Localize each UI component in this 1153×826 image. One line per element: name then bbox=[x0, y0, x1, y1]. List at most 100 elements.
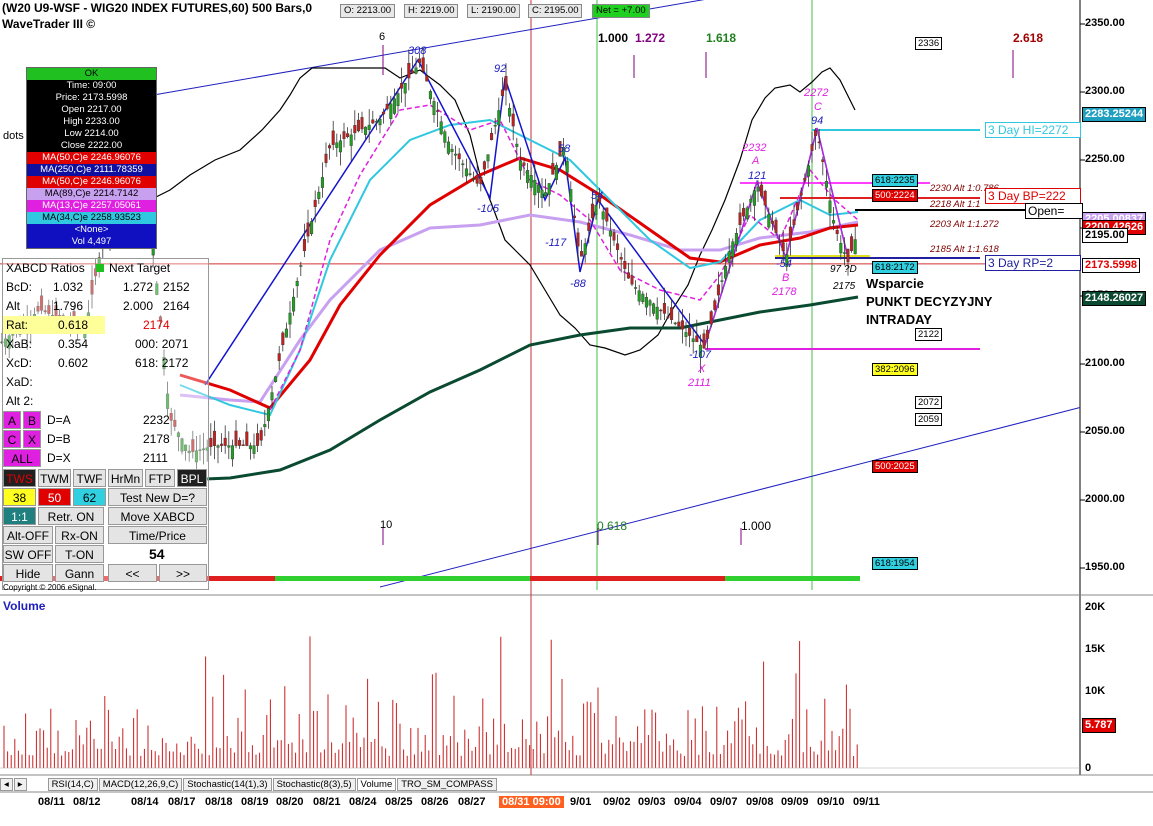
time-tick-label: 08/25 bbox=[385, 796, 413, 808]
candle-body bbox=[302, 239, 306, 252]
alt-off-button[interactable]: Alt-OFF bbox=[3, 526, 53, 544]
candle-body bbox=[335, 142, 339, 148]
scroll-right-icon[interactable]: ▸ bbox=[13, 778, 27, 791]
price-tick-label: 2050.00 bbox=[1085, 425, 1125, 437]
candle-body bbox=[475, 174, 479, 184]
candle-body bbox=[331, 130, 335, 145]
sw-off-button[interactable]: SW OFF bbox=[3, 545, 53, 563]
scroll-left-icon[interactable]: ◂ bbox=[0, 778, 13, 791]
tab-hrmn[interactable]: HrMn bbox=[108, 469, 143, 487]
retr-on-button[interactable]: Retr. ON bbox=[38, 507, 104, 525]
candle-body bbox=[346, 133, 350, 138]
point-b-button[interactable]: B bbox=[23, 411, 41, 429]
fib-38-button[interactable]: 38 bbox=[3, 488, 36, 506]
candle-body bbox=[497, 110, 501, 126]
move-xabcd-button[interactable]: Move XABCD bbox=[108, 507, 207, 525]
candle-body bbox=[590, 203, 594, 219]
time-tick-label: 08/11 bbox=[38, 796, 65, 808]
time-tick-label: 09/08 bbox=[746, 796, 774, 808]
tab-stochastic-14[interactable]: Stochastic(14(1),3) bbox=[183, 778, 272, 791]
candle-body bbox=[425, 75, 429, 82]
tab-twf[interactable]: TWF bbox=[73, 469, 106, 487]
fib-500-2224: 500:2224 bbox=[872, 189, 918, 202]
fib-1000-bottom: 1.000 bbox=[741, 519, 772, 533]
candle-body bbox=[605, 207, 609, 222]
hide-button[interactable]: Hide bbox=[3, 564, 53, 582]
gann-button[interactable]: Gann bbox=[55, 564, 104, 582]
candle-body bbox=[709, 311, 713, 325]
prev-button[interactable]: << bbox=[108, 564, 157, 582]
candle-body bbox=[770, 220, 774, 224]
all-button[interactable]: ALL bbox=[3, 449, 41, 467]
time-tick-label: 08/17 bbox=[168, 796, 196, 808]
swing-neg-105: -105 bbox=[477, 203, 500, 215]
candle-body bbox=[742, 208, 746, 217]
tab-twm[interactable]: TWM bbox=[38, 469, 71, 487]
tab-bpl[interactable]: BPL bbox=[177, 469, 207, 487]
next-button[interactable]: >> bbox=[159, 564, 207, 582]
candle-body bbox=[774, 219, 778, 233]
price-tick-label: 2000.00 bbox=[1085, 493, 1125, 505]
candle-body bbox=[450, 148, 454, 152]
time-tick-label: 09/09 bbox=[781, 796, 809, 808]
candle-body bbox=[529, 175, 533, 188]
point-x-label: X bbox=[698, 363, 706, 375]
level-2072: 2072 bbox=[915, 396, 943, 409]
level-2059: 2059 bbox=[915, 413, 943, 426]
alt-value: 1.796 bbox=[53, 299, 84, 313]
fib-62-button[interactable]: 62 bbox=[73, 488, 106, 506]
candle-body bbox=[619, 257, 623, 260]
candle-body bbox=[691, 338, 695, 342]
status-badge: OK bbox=[27, 68, 156, 80]
tab-ftp[interactable]: FTP bbox=[145, 469, 175, 487]
candle-body bbox=[439, 121, 443, 135]
candle-body bbox=[648, 300, 652, 306]
t-on-button[interactable]: T-ON bbox=[55, 545, 104, 563]
candle-body bbox=[508, 107, 512, 117]
price-tick-label: 2350.00 bbox=[1085, 17, 1125, 29]
time-tick-label: 08/20 bbox=[276, 796, 304, 808]
candle-body bbox=[626, 272, 630, 279]
candle-body bbox=[799, 192, 803, 196]
candle-body bbox=[734, 233, 738, 245]
time-tick-label: 08/12 bbox=[73, 796, 101, 808]
tab-tro-compass[interactable]: TRO_SM_COMPASS bbox=[397, 778, 497, 791]
low-quote: L: 2190.00 bbox=[467, 4, 520, 18]
candle-body bbox=[428, 91, 432, 100]
time-tick-label: 08/26 bbox=[421, 796, 449, 808]
fib-50-button[interactable]: 50 bbox=[38, 488, 71, 506]
tag-last-price: 2195.00 bbox=[1082, 228, 1128, 243]
swing-121: 121 bbox=[748, 170, 767, 182]
time-price-button[interactable]: Time/Price bbox=[108, 526, 207, 544]
candle-body bbox=[407, 63, 411, 79]
candle-body bbox=[767, 214, 771, 228]
candle-body bbox=[212, 430, 216, 446]
candle-body bbox=[223, 437, 227, 446]
info-ma5: MA(13,C)e 2257.05061 bbox=[27, 200, 156, 212]
point-a-button[interactable]: A bbox=[3, 411, 21, 429]
xab-value: 0.354 bbox=[58, 337, 89, 351]
candle-body bbox=[745, 207, 749, 220]
tab-macd[interactable]: MACD(12,26,9,C) bbox=[98, 778, 183, 791]
point-x-button[interactable]: X bbox=[23, 430, 41, 448]
rat-label: Rat: bbox=[6, 318, 29, 332]
candle-body bbox=[749, 198, 753, 203]
ratio-11-button[interactable]: 1:1 bbox=[3, 507, 36, 525]
candle-body bbox=[554, 165, 558, 180]
candle-body bbox=[238, 440, 242, 446]
candle-body bbox=[644, 297, 648, 308]
candle-body bbox=[504, 76, 508, 91]
rx-on-button[interactable]: Rx-ON bbox=[55, 526, 104, 544]
tab-tws[interactable]: TWS bbox=[3, 469, 36, 487]
d-equals-x-value: 2111 bbox=[143, 451, 168, 465]
point-c-button[interactable]: C bbox=[3, 430, 21, 448]
bcd-target: 2152 bbox=[163, 280, 190, 294]
tab-volume[interactable]: Volume bbox=[356, 778, 397, 791]
tab-stochastic-8[interactable]: Stochastic(8(3),5) bbox=[272, 778, 356, 791]
tab-rsi[interactable]: RSI(14,C) bbox=[47, 778, 98, 791]
candle-body bbox=[436, 110, 440, 112]
candle-body bbox=[490, 132, 494, 141]
test-new-d-button[interactable]: Test New D=? bbox=[108, 488, 207, 506]
time-tick-label: 09/07 bbox=[710, 796, 738, 808]
swing-neg-54: -54 bbox=[776, 258, 792, 270]
